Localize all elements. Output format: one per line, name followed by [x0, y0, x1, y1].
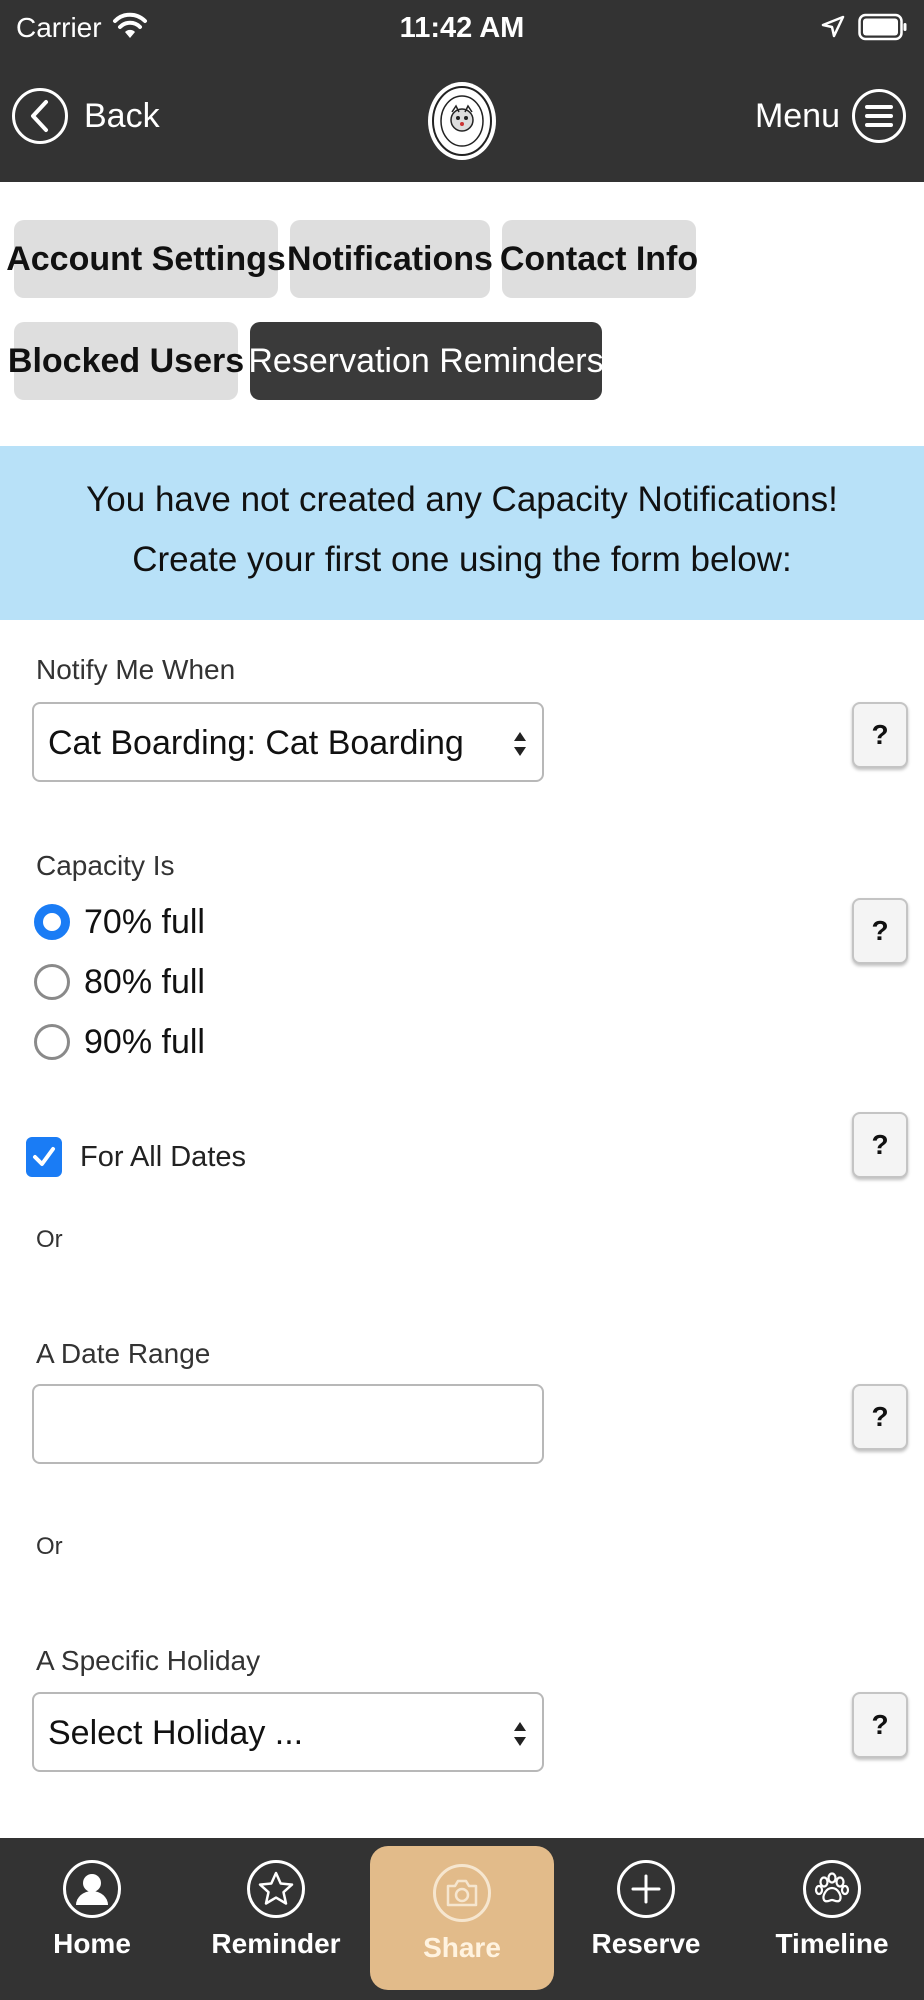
capacity-option-label: 70% full — [84, 902, 205, 941]
select-arrows-icon — [514, 1722, 526, 1746]
holiday-label: A Specific Holiday — [36, 1645, 261, 1676]
top-header: Carrier 11:42 AM Back Menu — [0, 0, 924, 182]
capacity-option-label: 80% full — [84, 962, 205, 1001]
help-button-date-range[interactable]: ? — [852, 1384, 908, 1450]
person-icon — [63, 1860, 121, 1918]
battery-icon — [858, 13, 907, 41]
tab-reservation-reminders[interactable]: Reservation Reminders — [248, 322, 604, 400]
chevron-left-icon — [12, 88, 68, 144]
date-range-label: A Date Range — [36, 1338, 211, 1369]
notify-label: Notify Me When — [36, 654, 236, 685]
capacity-option-90[interactable]: 90% full — [34, 1020, 205, 1064]
status-bar: Carrier 11:42 AM — [0, 0, 924, 56]
help-button-notify[interactable]: ? — [852, 702, 908, 768]
select-arrows-icon — [514, 732, 526, 756]
all-dates-row[interactable]: For All Dates — [26, 1135, 246, 1179]
nav-reserve-label: Reserve — [591, 1928, 701, 1959]
location-arrow-icon — [821, 15, 845, 38]
tab-notifications[interactable]: Notifications — [287, 220, 493, 298]
all-dates-checkbox[interactable] — [26, 1137, 62, 1177]
nav-share[interactable]: Share — [370, 1846, 554, 1990]
notify-select[interactable]: Cat Boarding: Cat Boarding — [32, 702, 544, 782]
notify-select-value: Cat Boarding: Cat Boarding — [48, 724, 464, 762]
capacity-option-80[interactable]: 80% full — [34, 960, 205, 1004]
hamburger-icon — [852, 89, 906, 143]
radio-70[interactable] — [34, 904, 70, 940]
tab-account-settings[interactable]: Account Settings — [6, 220, 286, 298]
date-range-input[interactable] — [32, 1384, 544, 1464]
lucky-dog-lodge-logo — [428, 82, 496, 160]
nav-reminder-label: Reminder — [211, 1928, 341, 1959]
tab-contact-info[interactable]: Contact Info — [500, 220, 698, 298]
status-time: 11:42 AM — [399, 12, 525, 44]
or-separator-1: Or — [36, 1226, 63, 1253]
star-icon — [247, 1860, 305, 1918]
help-button-all-dates[interactable]: ? — [852, 1112, 908, 1178]
radio-80[interactable] — [34, 964, 70, 1000]
bottom-nav: Home Reminder Share Reserve Timeline — [0, 1838, 924, 2000]
holiday-select-value: Select Holiday ... — [48, 1714, 304, 1752]
info-banner: You have not created any Capacity Notifi… — [0, 446, 924, 620]
help-button-holiday[interactable]: ? — [852, 1692, 908, 1758]
capacity-label: Capacity Is — [36, 850, 175, 881]
tab-blocked-users[interactable]: Blocked Users — [8, 322, 244, 400]
banner-line-2: Create your first one using the form bel… — [132, 540, 792, 579]
nav-share-label: Share — [423, 1932, 501, 1963]
nav-home[interactable]: Home — [32, 1838, 152, 2000]
all-dates-label: For All Dates — [80, 1140, 246, 1173]
help-button-capacity[interactable]: ? — [852, 898, 908, 964]
capacity-option-70[interactable]: 70% full — [34, 900, 205, 944]
nav-home-label: Home — [53, 1928, 131, 1959]
or-separator-2: Or — [36, 1533, 63, 1560]
plus-icon — [617, 1860, 675, 1918]
back-label: Back — [84, 96, 160, 135]
capacity-option-label: 90% full — [84, 1022, 205, 1061]
nav-reserve[interactable]: Reserve — [586, 1838, 706, 2000]
menu-label: Menu — [754, 96, 840, 135]
menu-button[interactable]: Menu — [755, 84, 906, 148]
nav-reminder[interactable]: Reminder — [206, 1838, 346, 2000]
camera-icon — [433, 1864, 491, 1922]
nav-timeline-label: Timeline — [775, 1928, 889, 1959]
paw-icon — [803, 1860, 861, 1918]
banner-line-1: You have not created any Capacity Notifi… — [86, 480, 838, 519]
back-button[interactable]: Back — [12, 84, 160, 148]
checkmark-icon — [33, 1147, 55, 1166]
holiday-select[interactable]: Select Holiday ... — [32, 1692, 544, 1772]
radio-90[interactable] — [34, 1024, 70, 1060]
nav-timeline[interactable]: Timeline — [770, 1838, 894, 2000]
